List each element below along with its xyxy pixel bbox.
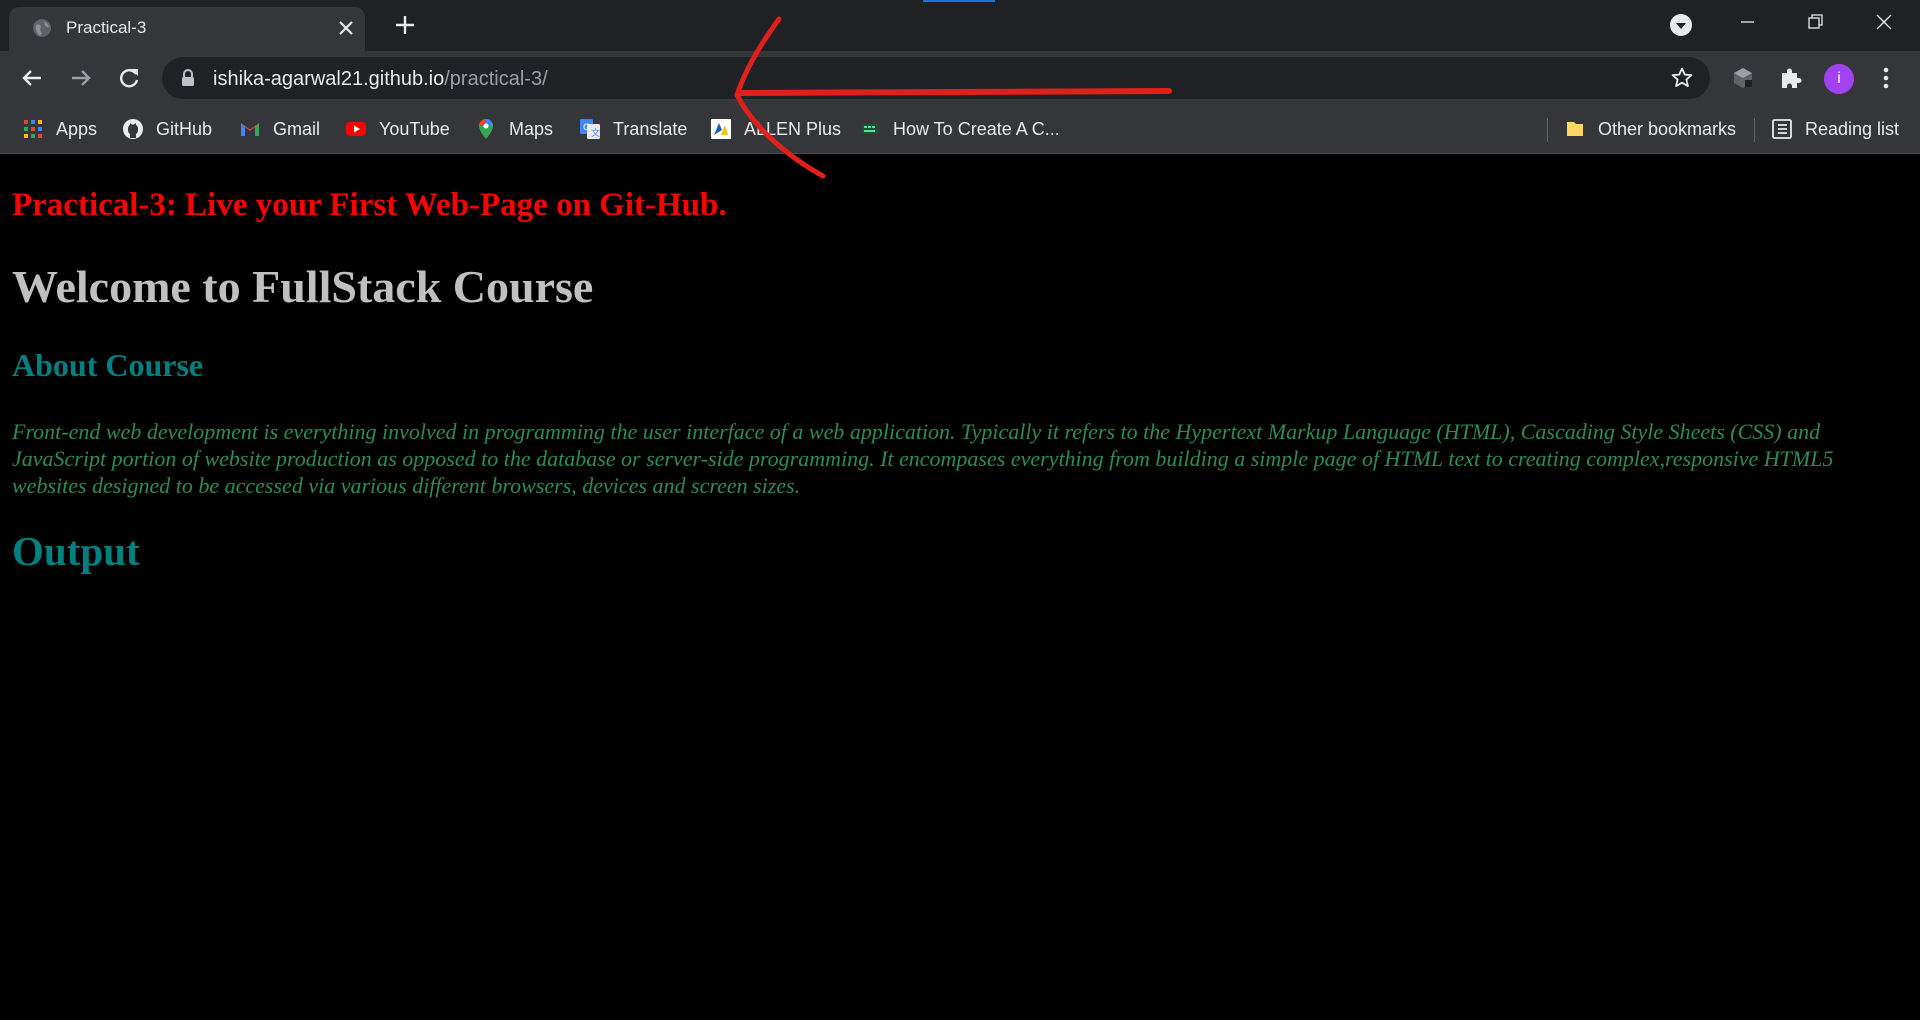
maps-icon — [479, 119, 493, 139]
tab-search-icon[interactable] — [1669, 13, 1693, 37]
folder-icon — [1567, 122, 1583, 136]
url-host: ishika-agarwal21.github.io — [213, 68, 445, 90]
bookmark-gmail[interactable]: Gmail — [239, 115, 320, 143]
more-menu-icon[interactable] — [1874, 65, 1898, 91]
forward-arrow-icon[interactable] — [66, 63, 96, 93]
restore-icon[interactable] — [1793, 6, 1837, 38]
reload-icon[interactable] — [114, 63, 144, 93]
bookmark-label: Maps — [509, 118, 554, 139]
practical-heading: Practical-3: Live your First Web-Page on… — [12, 187, 727, 223]
github-icon — [123, 119, 143, 139]
tab-practical-3[interactable]: Practical-3 — [9, 7, 365, 51]
web-page-content: Practical-3: Live your First Web-Page on… — [0, 155, 1920, 1020]
translate-icon: G 文 — [580, 119, 600, 139]
bookmarks-divider — [1754, 118, 1755, 142]
bookmark-label: Gmail — [273, 118, 321, 139]
svg-text:文: 文 — [591, 127, 600, 139]
url-text[interactable]: ishika-agarwal21.github.io/practical-3/ — [213, 68, 548, 91]
profile-avatar[interactable]: i — [1824, 64, 1854, 94]
bookmark-label: How To Create A C... — [893, 118, 1060, 139]
tab-title: Practical-3 — [66, 18, 147, 37]
bookmarks-bar: Apps GitHub Gmail YouTube Maps G 文 Trans… — [0, 105, 1920, 154]
reading-list-label: Reading list — [1805, 118, 1900, 139]
bookmark-label: Translate — [613, 118, 688, 139]
other-bookmarks-folder[interactable]: Other bookmarks — [1564, 115, 1736, 143]
bookmark-allen-plus[interactable]: ALLEN Plus — [710, 115, 841, 143]
tab-strip-accent — [923, 0, 995, 2]
reading-list-button[interactable]: Reading list — [1771, 115, 1899, 143]
extension-icon[interactable] — [1730, 65, 1756, 91]
bookmark-how-to-create[interactable]: How To Create A C... — [859, 115, 1060, 143]
output-heading: Output — [12, 528, 140, 574]
bookmarks-divider — [1547, 118, 1548, 142]
svg-text:G: G — [583, 123, 590, 133]
gmail-icon — [241, 123, 259, 136]
back-arrow-icon[interactable] — [17, 63, 47, 93]
address-bar[interactable]: ishika-agarwal21.github.io/practical-3/ — [162, 57, 1710, 99]
bookmark-youtube[interactable]: YouTube — [345, 115, 450, 143]
close-tab-icon[interactable] — [333, 15, 359, 41]
tab-strip: Practical-3 — [0, 0, 1920, 51]
about-course-heading: About Course — [12, 347, 204, 383]
bookmark-maps[interactable]: Maps — [475, 115, 553, 143]
lock-icon[interactable] — [180, 69, 196, 87]
url-path: /practical-3/ — [444, 68, 548, 90]
about-course-paragraph: Front-end web development is everything … — [12, 419, 1834, 498]
browser-toolbar: ishika-agarwal21.github.io/practical-3/ … — [0, 51, 1920, 105]
other-bookmarks-label: Other bookmarks — [1598, 118, 1737, 139]
bookmark-label: ALLEN Plus — [744, 118, 842, 139]
bookmark-label: Apps — [56, 118, 98, 139]
bookmark-label: YouTube — [379, 118, 450, 139]
welcome-heading: Welcome to FullStack Course — [12, 261, 594, 312]
minimize-icon[interactable] — [1725, 6, 1769, 38]
new-tab-icon[interactable] — [390, 10, 420, 40]
extensions-puzzle-icon[interactable] — [1777, 65, 1803, 91]
bookmark-star-icon[interactable] — [1670, 66, 1694, 90]
bookmark-translate[interactable]: G 文 Translate — [579, 115, 687, 143]
bookmark-label: GitHub — [156, 118, 213, 139]
apps-grid-icon — [24, 120, 42, 138]
bookmark-github[interactable]: GitHub — [122, 115, 212, 143]
close-window-icon[interactable] — [1862, 6, 1906, 38]
youtube-icon — [346, 122, 366, 136]
site-favicon-icon — [862, 124, 878, 134]
reading-list-icon — [1772, 119, 1792, 139]
globe-icon — [33, 19, 51, 37]
allen-icon — [711, 119, 731, 139]
bookmark-apps[interactable]: Apps — [22, 115, 97, 143]
